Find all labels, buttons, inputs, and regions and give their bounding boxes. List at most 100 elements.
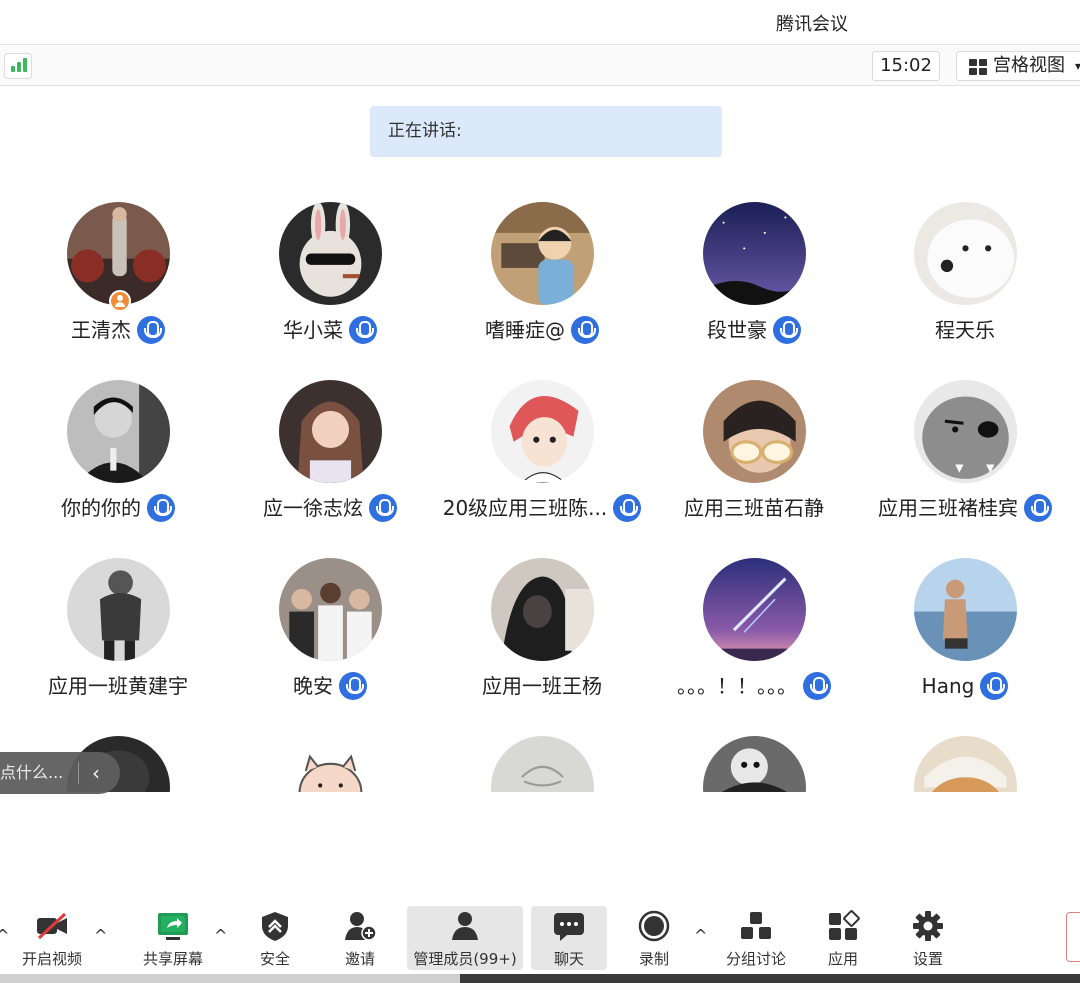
window-titlebar: 腾讯会议 <box>0 0 1080 44</box>
chat-label: 聊天 <box>553 950 584 968</box>
chat-bubble-icon <box>554 913 584 941</box>
microphone-icon <box>980 671 1009 700</box>
participant-tile[interactable]: 应用一班黄建宇 <box>13 558 223 718</box>
participant-avatar <box>491 558 594 661</box>
taskbar-strip <box>0 974 1080 983</box>
microphone-icon <box>137 315 165 344</box>
record-label: 录制 <box>638 950 669 968</box>
participant-name: 。。。！！。。。 <box>677 674 797 698</box>
participant-tile[interactable]: 你的你的 <box>13 380 223 540</box>
grid-clip-area <box>0 792 1080 902</box>
invite-label: 邀请 <box>344 950 375 968</box>
participant-avatar <box>67 380 170 483</box>
host-badge-icon <box>109 290 131 312</box>
microphone-icon <box>773 315 801 344</box>
microphone-icon <box>339 671 367 700</box>
share-options-caret-icon[interactable]: ^ <box>214 926 227 945</box>
microphone-icon <box>349 315 377 344</box>
participant-name: Hang <box>921 674 975 698</box>
microphone-icon <box>613 493 642 522</box>
chat-button[interactable]: 聊天 <box>531 906 607 970</box>
participant-avatar <box>703 202 806 305</box>
participant-name: 应用一班王杨 <box>482 674 602 698</box>
security-button[interactable]: 安全 <box>245 906 305 970</box>
share-screen-button[interactable]: 共享屏幕 <box>134 906 212 970</box>
members-icon <box>452 912 478 940</box>
microphone-icon <box>1024 493 1052 522</box>
start-video-label: 开启视频 <box>21 950 82 968</box>
chevron-down-icon: ▾ <box>1075 59 1080 73</box>
participant-name: 应用一班黄建宇 <box>48 674 188 698</box>
participant-tile[interactable]: 晚安 <box>225 558 435 718</box>
share-screen-label: 共享屏幕 <box>142 950 203 968</box>
share-screen-icon <box>158 913 188 940</box>
participant-avatar <box>914 380 1017 483</box>
participant-name: 你的你的 <box>61 496 141 520</box>
collapse-chevron-icon[interactable]: ‹ <box>92 752 100 794</box>
shield-icon <box>262 912 288 941</box>
participant-avatar <box>914 558 1017 661</box>
participant-tile[interactable]: 应用三班褚桂宾 <box>860 380 1070 540</box>
grid-view-icon <box>969 59 987 75</box>
manage-members-button[interactable]: 管理成员(99+) <box>407 906 523 970</box>
participant-avatar <box>67 558 170 661</box>
participant-avatar <box>279 558 382 661</box>
participant-tile[interactable]: 应用三班苗石静 <box>649 380 859 540</box>
caret-up-icon[interactable]: ^ <box>0 926 9 945</box>
participant-avatar <box>491 202 594 305</box>
apps-label: 应用 <box>827 950 858 968</box>
participant-avatar <box>279 202 382 305</box>
grid-view-button[interactable]: 宫格视图 ▾ <box>956 51 1080 81</box>
settings-label: 设置 <box>912 950 943 968</box>
participant-avatar <box>279 380 382 483</box>
chat-input-placeholder: 点什么... <box>0 763 64 782</box>
participant-tile[interactable]: Hang <box>860 558 1070 718</box>
participant-name: 段世豪 <box>707 318 767 342</box>
record-icon <box>638 910 670 942</box>
participant-avatar <box>703 558 806 661</box>
participant-name: 程天乐 <box>935 318 995 342</box>
participant-avatar <box>703 380 806 483</box>
security-label: 安全 <box>259 950 290 968</box>
participant-avatar <box>914 202 1017 305</box>
speaking-indicator: 正在讲话: <box>370 106 722 157</box>
video-options-caret-icon[interactable]: ^ <box>94 926 107 945</box>
participant-tile[interactable]: 王清杰 <box>13 202 223 362</box>
participant-tile[interactable]: 程天乐 <box>860 202 1070 362</box>
breakout-rooms-label: 分组讨论 <box>725 950 786 968</box>
participant-tile[interactable]: 应用一班王杨 <box>437 558 647 718</box>
start-video-button[interactable]: 开启视频 <box>14 906 90 970</box>
participant-tile[interactable]: 。。。！！。。。 <box>649 558 859 718</box>
participant-tile[interactable]: 华小菜 <box>225 202 435 362</box>
participant-tile[interactable]: 嗜睡症@ <box>437 202 647 362</box>
apps-icon <box>829 910 860 940</box>
record-options-caret-icon[interactable]: ^ <box>694 926 707 945</box>
participant-name: 王清杰 <box>71 318 131 342</box>
app-title: 腾讯会议 <box>776 14 848 35</box>
microphone-icon <box>147 493 175 522</box>
signal-strength-icon[interactable] <box>4 53 32 79</box>
microphone-icon <box>369 493 397 522</box>
manage-members-label: 管理成员(99+) <box>413 950 517 968</box>
participant-avatar <box>491 380 594 483</box>
invite-button[interactable]: 邀请 <box>330 906 390 970</box>
chat-quick-input[interactable]: 点什么... ‹ <box>0 752 120 794</box>
apps-button[interactable]: 应用 <box>813 906 873 970</box>
microphone-icon <box>803 671 831 700</box>
participant-name: 嗜睡症@ <box>485 318 565 342</box>
participant-name: 华小菜 <box>283 318 343 342</box>
participant-tile[interactable]: 20级应用三班陈... <box>437 380 647 540</box>
leave-button-edge[interactable] <box>1066 912 1080 962</box>
breakout-rooms-button[interactable]: 分组讨论 <box>720 906 792 970</box>
gear-icon <box>913 911 943 941</box>
meeting-clock: 15:02 <box>872 51 940 81</box>
participant-tile[interactable]: 应一徐志炫 <box>225 380 435 540</box>
microphone-icon <box>571 315 599 344</box>
record-button[interactable]: 录制 <box>624 906 684 970</box>
participant-name: 20级应用三班陈... <box>442 496 608 520</box>
participant-name: 应用三班褚桂宾 <box>878 496 1018 520</box>
settings-button[interactable]: 设置 <box>898 906 958 970</box>
participant-tile[interactable]: 段世豪 <box>649 202 859 362</box>
grid-view-label: 宫格视图 <box>993 55 1065 76</box>
meeting-toolbar: ^ 开启视频 ^ 共享屏幕 ^ 安全 邀请 管理成员(99+) 聊天 录制 ^ … <box>0 902 1080 974</box>
